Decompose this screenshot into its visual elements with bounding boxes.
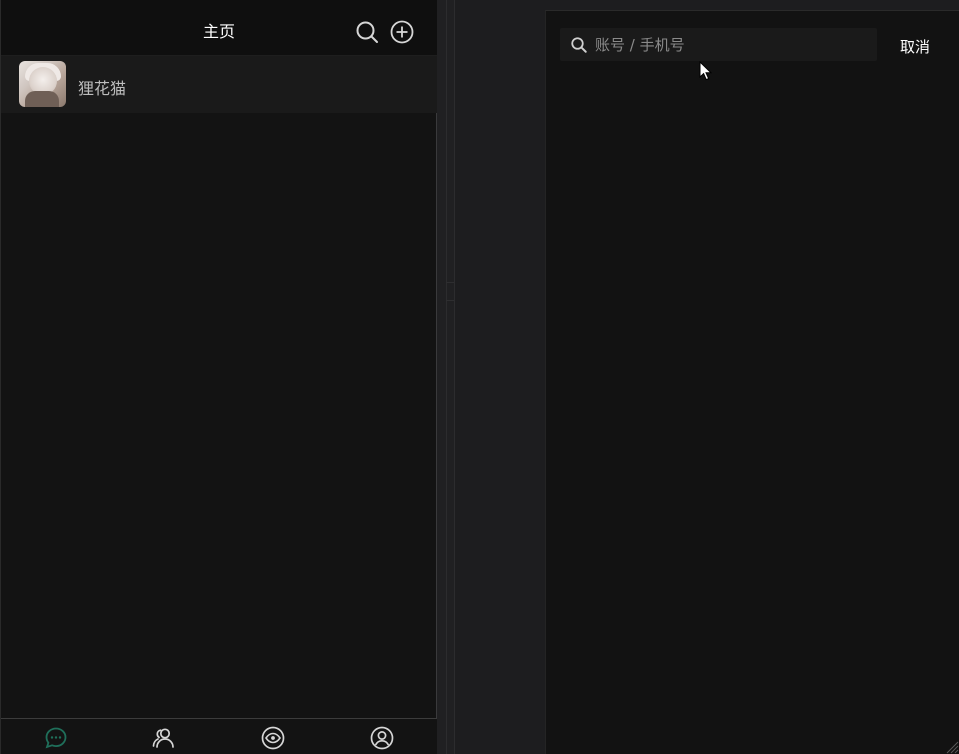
user-profile-icon[interactable] xyxy=(370,726,394,750)
splitter-handle[interactable] xyxy=(446,282,454,301)
cancel-button[interactable]: 取消 xyxy=(900,36,930,57)
divider xyxy=(446,0,447,754)
search-icon[interactable] xyxy=(355,20,379,44)
home-window: 主页 狸花猫 xyxy=(0,0,437,754)
conversation-list-item[interactable]: 狸花猫 xyxy=(1,56,437,113)
home-header: 主页 xyxy=(1,0,437,56)
bottom-tab-bar xyxy=(1,718,437,754)
search-bar[interactable] xyxy=(560,28,877,61)
search-icon xyxy=(571,37,587,53)
contacts-icon[interactable] xyxy=(152,726,176,750)
contact-name: 狸花猫 xyxy=(78,79,127,98)
resize-grip-icon[interactable] xyxy=(945,740,959,754)
search-input[interactable] xyxy=(595,28,870,61)
chat-bubble-icon[interactable] xyxy=(44,726,68,750)
desktop: 主页 狸花猫 账号 / 手机号 取消 xyxy=(0,0,959,754)
search-window xyxy=(545,10,959,754)
avatar xyxy=(19,61,66,107)
add-circle-icon[interactable] xyxy=(390,20,414,44)
eye-icon[interactable] xyxy=(261,726,285,750)
mouse-cursor-icon xyxy=(699,61,713,81)
